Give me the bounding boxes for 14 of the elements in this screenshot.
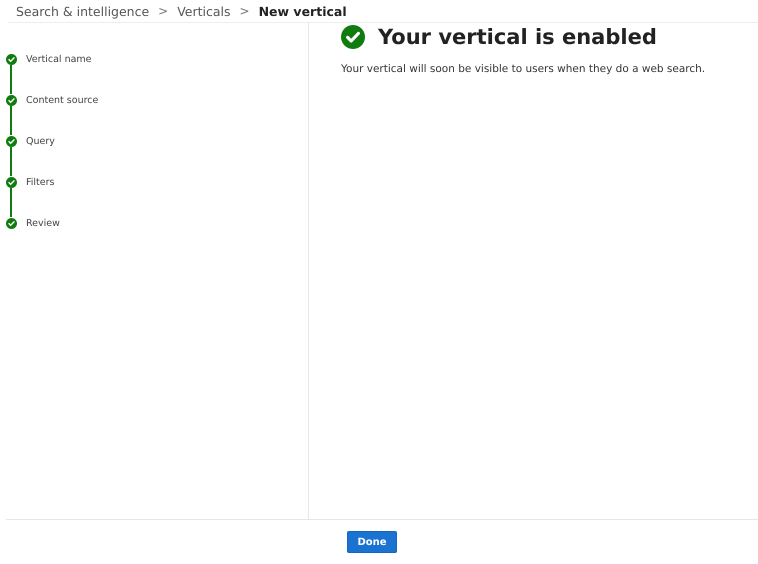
- step-label: Query: [26, 136, 55, 146]
- breadcrumb-separator: >: [240, 4, 250, 18]
- step-label: Review: [26, 218, 60, 228]
- step-label: Vertical name: [26, 54, 92, 64]
- breadcrumb-link[interactable]: New vertical: [258, 4, 347, 18]
- breadcrumb-link[interactable]: Verticals: [177, 4, 231, 18]
- breadcrumb-link[interactable]: Search & intelligence: [16, 4, 150, 18]
- breadcrumb-separator: >: [158, 4, 168, 18]
- result-title: Your vertical is enabled: [378, 25, 657, 49]
- done-button[interactable]: Done: [347, 531, 397, 553]
- step-label: Content source: [26, 94, 98, 106]
- step-label: Filters: [26, 176, 54, 188]
- result-message: Your vertical will soon be visible to users when they do a web search.: [341, 63, 706, 75]
- check-circle-icon: [341, 25, 365, 49]
